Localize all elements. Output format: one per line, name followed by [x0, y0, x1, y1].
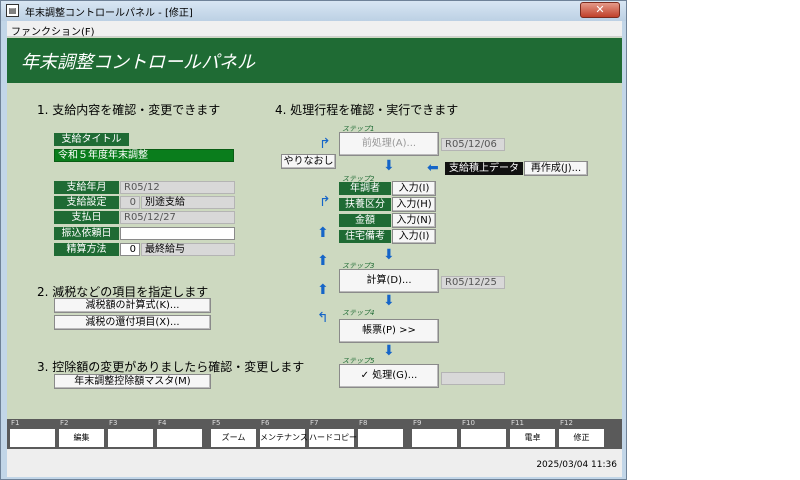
banner: 年末調整コントロールパネル	[7, 38, 622, 83]
report-button[interactable]: 帳票(P) >>	[339, 319, 439, 343]
housing-input-button[interactable]: 入力(I)	[392, 229, 436, 244]
process-date	[441, 372, 505, 385]
down-arrow-icon: ⬇	[383, 343, 395, 359]
calculate-date: R05/12/25	[441, 276, 505, 289]
status-datetime: 2025/03/04 11:36	[536, 460, 617, 470]
preprocess-button[interactable]: 前処理(A)...	[339, 132, 439, 156]
up-arrow-icon: ⬆	[317, 253, 329, 269]
redo-button[interactable]: やりなおし	[281, 154, 336, 169]
up-arrow-icon: ⬆	[317, 225, 329, 241]
amount-label: 金額	[339, 214, 391, 227]
down-arrow-icon: ⬇	[383, 247, 395, 263]
app-icon: ▤	[6, 4, 19, 17]
fkey-number: F2	[60, 419, 69, 427]
redo-arrow-icon: ↱	[319, 136, 331, 152]
fkey-number: F10	[462, 419, 475, 427]
menu-function[interactable]: ファンクション(F)	[11, 23, 95, 38]
dependent-input-button[interactable]: 入力(H)	[392, 197, 436, 212]
fkey-number: F4	[158, 419, 167, 427]
pay-title-field[interactable]: 令和５年度年末調整	[54, 149, 234, 162]
down-arrow-icon: ⬇	[383, 158, 395, 174]
pay-month-value: R05/12	[120, 181, 235, 194]
transfer-date-label: 振込依頼日	[54, 227, 119, 240]
fkey-button[interactable]	[157, 429, 202, 447]
housing-label: 住宅備考	[339, 230, 391, 243]
pay-setting-code: 0	[120, 196, 140, 209]
pay-date-value: R05/12/27	[120, 211, 235, 224]
settle-method-label: 精算方法	[54, 243, 119, 256]
pay-setting-value: 別途支給	[141, 196, 235, 209]
section1-heading: 1. 支給内容を確認・変更できます	[37, 103, 221, 117]
left-arrow-icon: ⬅	[427, 160, 439, 176]
amount-input-button[interactable]: 入力(N)	[392, 213, 436, 228]
fkey-button[interactable]: 電卓	[510, 429, 555, 447]
app-window: ▤ 年末調整コントロールパネル - [修正] ✕ ファンクション(F) 年末調整…	[0, 0, 627, 480]
preprocess-date: R05/12/06	[441, 138, 505, 151]
menu-bar: ファンクション(F)	[7, 21, 622, 38]
fkey-number: F5	[212, 419, 221, 427]
refund-items-button[interactable]: 減税の還付項目(X)...	[54, 315, 211, 330]
pay-setting-label: 支給設定	[54, 196, 119, 209]
nenchosha-input-button[interactable]: 入力(I)	[392, 181, 436, 196]
window-title: 年末調整コントロールパネル - [修正]	[25, 8, 193, 19]
fkey-button[interactable]	[412, 429, 457, 447]
pay-title-label: 支給タイトル	[54, 133, 129, 146]
fkey-button[interactable]	[10, 429, 55, 447]
transfer-date-field[interactable]	[120, 227, 235, 240]
fkey-button[interactable]: ズーム	[211, 429, 256, 447]
settle-method-code[interactable]: 0	[120, 243, 140, 256]
tax-formula-button[interactable]: 減税額の計算式(K)...	[54, 298, 211, 313]
status-bar: 2025/03/04 11:36	[7, 449, 622, 477]
nenchosha-label: 年調者	[339, 182, 391, 195]
fkey-number: F12	[560, 419, 573, 427]
up-arrow-icon: ⬆	[317, 282, 329, 298]
fkey-button[interactable]: メンテナンス	[260, 429, 308, 447]
step4-label: ステップ4	[342, 309, 375, 317]
fkey-number: F6	[261, 419, 270, 427]
calculate-button[interactable]: 計算(D)...	[339, 269, 439, 293]
fkey-button[interactable]: 編集	[59, 429, 104, 447]
settle-method-value: 最終給与	[141, 243, 235, 256]
fkey-button[interactable]: 修正	[559, 429, 604, 447]
fkey-number: F9	[413, 419, 422, 427]
process-button[interactable]: ✓ 処理(G)...	[339, 364, 439, 388]
fkey-button[interactable]	[461, 429, 506, 447]
data-accum-label: 支給積上データ	[445, 162, 523, 175]
title-bar: ▤ 年末調整コントロールパネル - [修正] ✕	[1, 1, 626, 21]
section4-heading: 4. 処理行程を確認・実行できます	[275, 103, 459, 117]
client-area: ファンクション(F) 年末調整コントロールパネル 1. 支給内容を確認・変更でき…	[7, 21, 622, 477]
function-key-bar: F1 F2 編集 F3 F4 F5 ズーム F6 メンテナンス F7 ハードコピ…	[7, 419, 622, 449]
fkey-number: F8	[359, 419, 368, 427]
recreate-button[interactable]: 再作成(J)...	[524, 161, 588, 176]
fkey-number: F11	[511, 419, 524, 427]
loop-back-arrow-icon: ↰	[317, 310, 329, 326]
dependent-label: 扶養区分	[339, 198, 391, 211]
deduction-master-button[interactable]: 年末調整控除額マスタ(M)	[54, 374, 211, 389]
close-button[interactable]: ✕	[580, 2, 620, 18]
down-arrow-icon: ⬇	[383, 293, 395, 309]
section3-heading: 3. 控除額の変更がありましたら確認・変更します	[37, 360, 305, 374]
fkey-number: F3	[109, 419, 118, 427]
fkey-number: F1	[11, 419, 20, 427]
pay-date-label: 支払日	[54, 211, 119, 224]
fkey-button[interactable]	[358, 429, 403, 447]
fkey-number: F7	[310, 419, 319, 427]
loop-arrow-icon: ↱	[319, 194, 331, 210]
fkey-button[interactable]: ハードコピー	[309, 429, 357, 447]
banner-title: 年末調整コントロールパネル	[21, 52, 255, 73]
pay-month-label: 支給年月	[54, 181, 119, 194]
fkey-button[interactable]	[108, 429, 153, 447]
